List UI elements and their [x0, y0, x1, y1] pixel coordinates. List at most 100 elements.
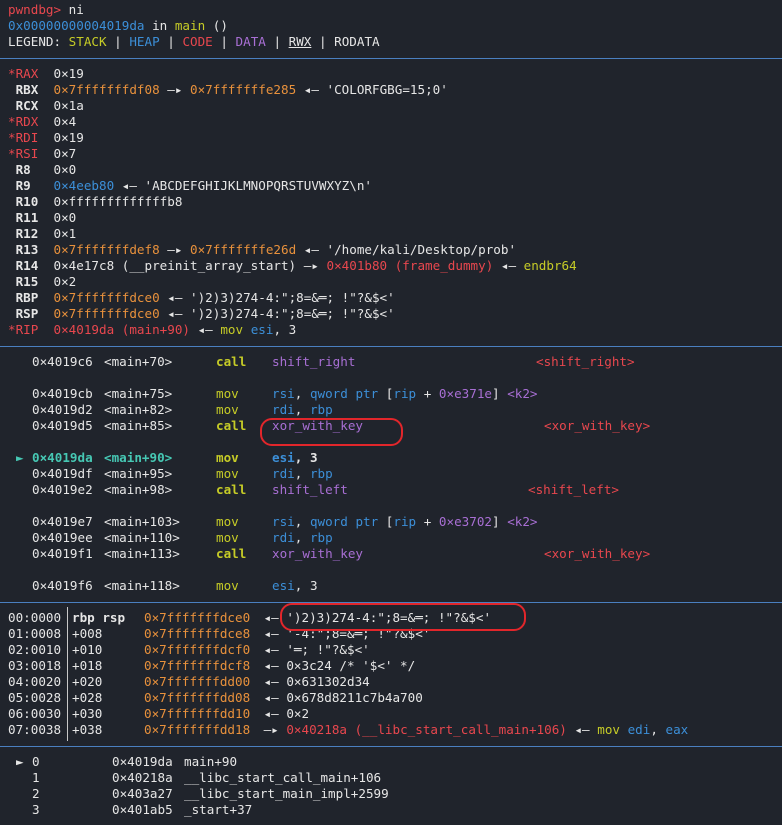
- location-address: 0x00000000004019da: [8, 18, 145, 33]
- disasm-symbol: <main+70>: [104, 354, 173, 369]
- register-row: *RAX 0×19: [8, 66, 84, 82]
- register-name: *RAX: [8, 66, 39, 81]
- stack-value-text: —▸: [256, 722, 287, 737]
- disasm-row[interactable]: 0×4019d2 <main+82> mov rdi, rbp: [0, 402, 782, 418]
- register-value: 0×fffffffffffffb8: [53, 194, 183, 209]
- legend-sep: |: [311, 34, 335, 49]
- frame-number: 3: [32, 802, 40, 817]
- disasm-symbol: <main+103>: [104, 514, 180, 529]
- register-row: *RIP 0×4019da (main+90) ◂— mov esi, 3: [8, 322, 296, 338]
- stack-offset: +010: [72, 642, 103, 657]
- register-value: ◂— 'COLORFGBG=15;0': [296, 82, 448, 97]
- stack-value-text: ◂— 0×631302d34: [256, 674, 370, 689]
- disasm-row[interactable]: 0×4019c6 <main+70> call shift_right <shift_r…: [0, 354, 782, 370]
- disasm-args: xor_with_key: [272, 546, 363, 561]
- disasm-row[interactable]: 0×4019f1 <main+113> call xor_with_key <xor_w…: [0, 546, 782, 562]
- separator: [0, 746, 782, 747]
- stack-index: 04:0020: [8, 674, 62, 689]
- disasm-opcode: mov: [216, 530, 239, 545]
- prompt-line[interactable]: pwndbg> ni: [8, 2, 84, 18]
- register-name: R9: [8, 178, 39, 193]
- disasm-row[interactable]: ► 0×4019da <main+90> mov esi, 3: [0, 450, 782, 466]
- register-name: RBP: [8, 290, 39, 305]
- disasm-args: shift_right: [272, 354, 356, 369]
- stack-offset: +008: [72, 626, 103, 641]
- register-value: 0×4019da (main+90): [53, 322, 190, 337]
- arrow: ◂—: [566, 722, 598, 737]
- frame-marker: ►: [16, 754, 24, 769]
- stack-offset: +028: [72, 690, 103, 705]
- prompt: pwndbg>: [8, 2, 62, 17]
- backtrace-row[interactable]: ► 0 0×4019da main+90: [0, 754, 782, 770]
- register-value: 0×19: [53, 66, 84, 81]
- disasm-symbol: <main+85>: [104, 418, 173, 433]
- stack-offset: rbp rsp: [72, 610, 126, 625]
- stack-row: 03:0018 +018 0×7fffffffdcf8 ◂— 0×3c24 /* '…: [0, 658, 782, 674]
- register-name: R15: [8, 274, 39, 289]
- disasm-address: 0×4019e2: [32, 482, 93, 497]
- terminal-window: { "header": { "prompt": "pwndbg>", "comm…: [0, 0, 782, 825]
- stack-address: 0×7fffffffdd08: [144, 690, 251, 705]
- operand: edi: [619, 722, 651, 737]
- disasm-symbol: <main+75>: [104, 386, 173, 401]
- stack-row: 04:0020 +020 0×7fffffffdd00 ◂— 0×631302d34: [0, 674, 782, 690]
- register-value: endbr64: [523, 258, 577, 273]
- stack-address: 0×7fffffffdce0: [144, 610, 251, 625]
- legend-code: CODE: [182, 34, 213, 49]
- highlight-circle: [280, 603, 526, 631]
- register-row: R14 0×4e17c8 (__preinit_array_start) —▸ …: [8, 258, 577, 274]
- disasm-opcode: mov: [216, 514, 239, 529]
- register-value: 0×19: [53, 130, 84, 145]
- disasm-target: <shift_left>: [528, 482, 619, 497]
- register-name: *RDI: [8, 130, 39, 145]
- disasm-symbol: <main+82>: [104, 402, 173, 417]
- operand: eax: [665, 722, 689, 737]
- stack-index: 07:0038: [8, 722, 62, 737]
- disasm-symbol: <main+110>: [104, 530, 180, 545]
- disasm-row[interactable]: 0×4019cb <main+75> mov rsi, qword ptr [rip …: [0, 386, 782, 402]
- disasm-row[interactable]: 0×4019e7 <main+103> mov rsi, qword ptr [rip…: [0, 514, 782, 530]
- stack-index: 05:0028: [8, 690, 62, 705]
- frame-number: 0: [32, 754, 40, 769]
- disasm-symbol: <main+95>: [104, 466, 173, 481]
- register-value: 0×0: [53, 162, 77, 177]
- frame-marker: [16, 770, 24, 786]
- frame-address: 0×403a27: [112, 786, 173, 801]
- backtrace-row[interactable]: 2 0×403a27 __libc_start_main_impl+2599: [0, 786, 782, 802]
- backtrace-row[interactable]: 3 0×401ab5 _start+37: [0, 802, 782, 818]
- frame-marker: [16, 802, 24, 818]
- legend-rodata: RODATA: [334, 34, 380, 49]
- frame-symbol: __libc_start_call_main+106: [184, 770, 382, 785]
- stack-address: 0×7fffffffdd00: [144, 674, 251, 689]
- disasm-row[interactable]: 0×4019ee <main+110> mov rdi, rbp: [0, 530, 782, 546]
- register-value: , 3: [273, 322, 297, 337]
- register-value: ◂— ')2)3)274-4:";8=&═; !"?&$<': [159, 306, 395, 321]
- stack-value-text: ◂— '═; !"?&$<': [256, 642, 370, 657]
- disasm-row[interactable]: 0×4019e2 <main+98> call shift_left <shift_le…: [0, 482, 782, 498]
- legend-sep: |: [265, 34, 289, 49]
- register-row: R9 0×4eeb80 ◂— 'ABCDEFGHIJKLMNOPQRSTUVWX…: [8, 178, 372, 194]
- stack-offset: +018: [72, 658, 103, 673]
- disasm-args: shift_left: [272, 482, 348, 497]
- register-value: 0×7: [53, 146, 77, 161]
- disasm-row[interactable]: 0×4019df <main+95> mov rdi, rbp: [0, 466, 782, 482]
- register-name: *RDX: [8, 114, 39, 129]
- disasm-row[interactable]: 0×4019f6 <main+118> mov esi, 3: [0, 578, 782, 594]
- return-address: 0×40218a (__libc_start_call_main+106): [286, 722, 567, 737]
- disasm-address: 0×4019d2: [32, 402, 93, 417]
- register-row: R11 0×0: [8, 210, 77, 226]
- register-row: *RDI 0×19: [8, 130, 84, 146]
- legend-data: DATA: [235, 34, 266, 49]
- command[interactable]: ni: [61, 2, 84, 17]
- stack-index: 02:0010: [8, 642, 62, 657]
- disasm-address: 0×4019df: [32, 466, 93, 481]
- disasm-opcode: mov: [216, 386, 239, 401]
- backtrace-row[interactable]: 1 0×40218a __libc_start_call_main+106: [0, 770, 782, 786]
- legend-rwx: RWX: [288, 34, 312, 49]
- legend-stack: STACK: [68, 34, 107, 49]
